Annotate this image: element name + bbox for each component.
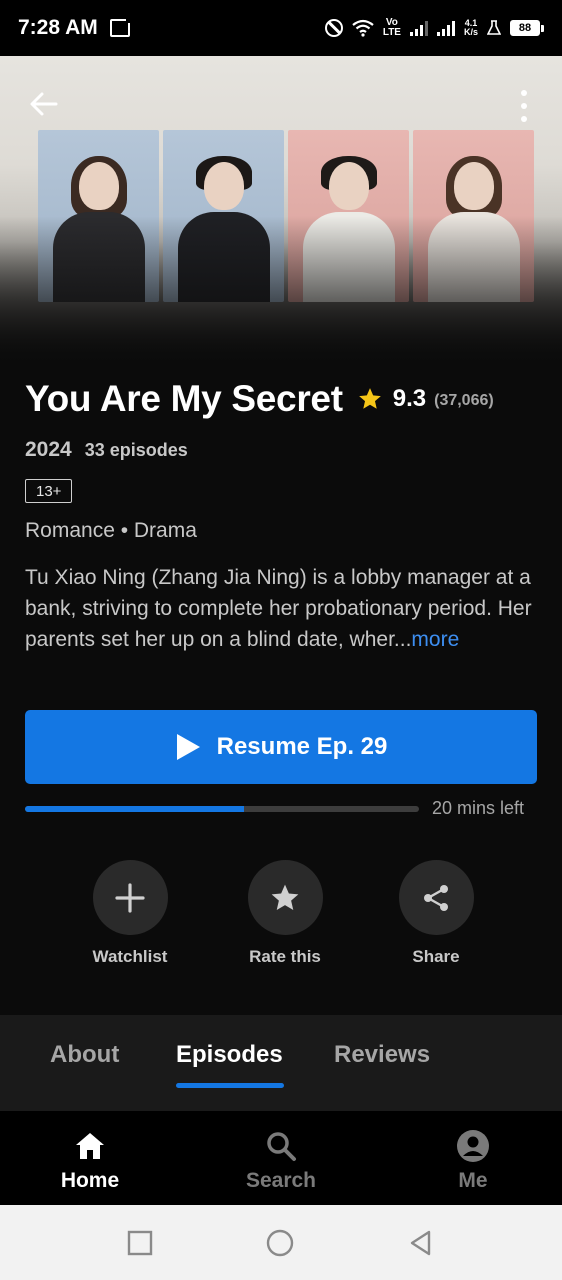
- play-icon: [176, 734, 200, 760]
- age-rating-badge: 13+: [25, 479, 73, 503]
- episode-count: 33 episodes: [84, 440, 188, 460]
- nav-home[interactable]: Home: [30, 1129, 150, 1193]
- system-back-icon[interactable]: [407, 1229, 435, 1257]
- signal-2-icon: [436, 20, 455, 36]
- meta-row: 2024 33 episodes: [25, 438, 188, 462]
- bottom-navigation: Home Search Me: [0, 1111, 562, 1205]
- flask-icon: [487, 20, 501, 35]
- hero-poster: [0, 56, 562, 366]
- home-circle-icon[interactable]: [266, 1229, 294, 1257]
- do-not-disturb-icon: [324, 19, 343, 37]
- screenshot-notification-icon: [109, 17, 132, 37]
- watch-progress-bar: [25, 806, 419, 812]
- nav-home-label: Home: [60, 1169, 120, 1192]
- rate-label: Rate this: [249, 947, 321, 966]
- signal-1-icon: [409, 20, 428, 36]
- nav-me[interactable]: Me: [413, 1129, 533, 1193]
- genres: Romance • Drama: [25, 519, 197, 542]
- watch-progress-fill: [25, 806, 244, 812]
- watchlist-label: Watchlist: [92, 947, 168, 966]
- network-speed: 4.1 K/s: [463, 18, 478, 37]
- nav-search[interactable]: Search: [221, 1129, 341, 1193]
- back-arrow-icon[interactable]: [28, 88, 60, 120]
- star-icon: [358, 388, 381, 409]
- tab-reviews[interactable]: Reviews: [334, 1041, 430, 1069]
- detail-tabs: About Episodes Reviews: [0, 1015, 562, 1111]
- more-vertical-icon[interactable]: [516, 90, 532, 122]
- status-icons: Vo LTE 4.1 K/s 88: [324, 17, 544, 38]
- watchlist-button[interactable]: Watchlist: [60, 860, 200, 967]
- share-button[interactable]: Share: [366, 860, 506, 967]
- system-navigation-bar: [0, 1205, 562, 1280]
- tab-about[interactable]: About: [50, 1041, 119, 1069]
- home-icon: [76, 1133, 104, 1159]
- plus-icon: [115, 882, 145, 913]
- status-bar: 7:28 AM Vo LTE 4.1 K/s 88: [0, 0, 562, 56]
- battery-level: 88: [510, 20, 540, 36]
- status-time: 7:28 AM: [18, 16, 98, 39]
- rating-count: (37,066): [434, 392, 494, 409]
- nav-me-label: Me: [458, 1169, 488, 1192]
- resume-label: Resume Ep. 29: [216, 733, 388, 760]
- resume-button[interactable]: Resume Ep. 29: [25, 710, 537, 784]
- account-icon: [457, 1130, 489, 1162]
- rating-value: 9.3: [392, 385, 427, 412]
- show-title: You Are My Secret: [25, 378, 343, 419]
- wifi-icon: [352, 19, 374, 37]
- battery-icon: 88: [510, 20, 544, 36]
- time-left: 20 mins left: [432, 798, 525, 818]
- recents-icon[interactable]: [126, 1229, 154, 1257]
- synopsis: Tu Xiao Ning (Zhang Jia Ning) is a lobby…: [25, 562, 537, 655]
- volte-indicator: Vo LTE: [382, 17, 401, 38]
- star-icon: [271, 884, 299, 910]
- nav-search-label: Search: [245, 1169, 317, 1192]
- active-tab-indicator: [176, 1083, 284, 1088]
- release-year: 2024: [25, 438, 72, 461]
- title-row: You Are My Secret 9.3 (37,066): [25, 378, 545, 420]
- more-link[interactable]: more: [411, 628, 459, 651]
- share-label: Share: [412, 947, 460, 966]
- rate-button[interactable]: Rate this: [215, 860, 355, 967]
- share-icon: [424, 884, 448, 911]
- search-icon: [267, 1132, 296, 1161]
- tab-episodes[interactable]: Episodes: [176, 1041, 283, 1069]
